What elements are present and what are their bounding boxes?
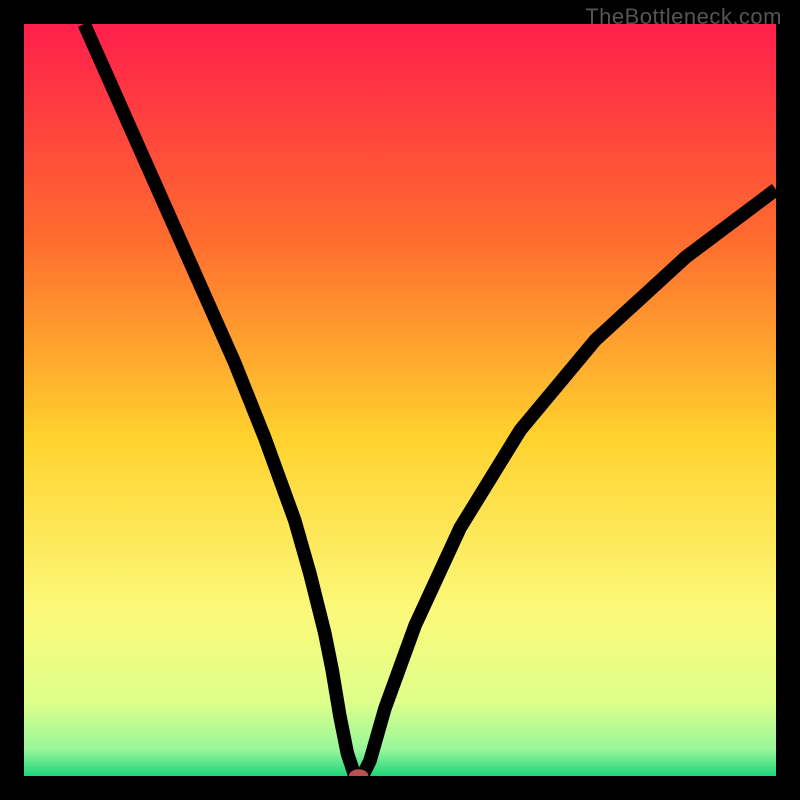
plot-area (24, 24, 776, 776)
watermark-text: TheBottleneck.com (585, 4, 782, 30)
chart-svg (24, 24, 776, 776)
chart-frame: TheBottleneck.com (0, 0, 800, 800)
